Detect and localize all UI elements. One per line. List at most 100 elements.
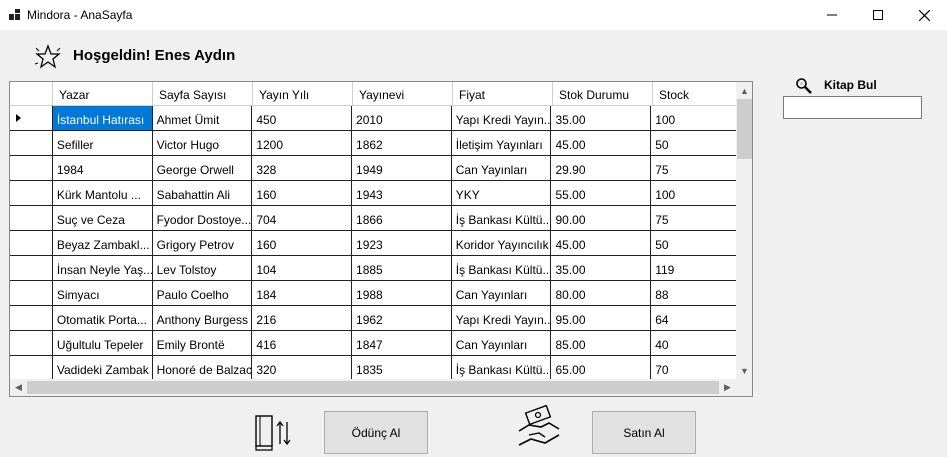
table-cell[interactable]: Yapı Kredi Yayın...	[451, 106, 552, 131]
table-cell[interactable]: 70	[651, 356, 736, 381]
table-cell[interactable]: 1200	[252, 131, 353, 156]
close-button[interactable]	[901, 0, 947, 30]
table-cell[interactable]: 1984	[52, 156, 153, 181]
table-cell[interactable]: 1949	[352, 156, 452, 181]
table-cell[interactable]: Beyaz Zambakl...	[52, 231, 153, 256]
table-row[interactable]: İstanbul Hatırası Ahmet Ümit 450 2010 Yapı K…	[10, 106, 736, 131]
scroll-right-icon[interactable]: ▶	[719, 379, 736, 396]
table-cell[interactable]: 216	[252, 306, 353, 331]
table-cell[interactable]: İnsan Neyle Yaş...	[52, 256, 153, 281]
books-grid[interactable]: Yazar Sayfa Sayısı Yayın Yılı Yayınevi F…	[9, 81, 753, 397]
table-cell[interactable]: 35.00	[551, 256, 652, 281]
table-cell[interactable]: 80.00	[551, 281, 652, 306]
table-row[interactable]: 1984 George Orwell 328 1949 Can Yayınları 29.…	[10, 156, 736, 181]
vertical-scrollbar[interactable]: ▲ ▼	[736, 82, 752, 379]
row-header[interactable]	[10, 256, 53, 281]
table-cell[interactable]: 35.00	[551, 106, 652, 131]
table-cell[interactable]: Sefiller	[52, 131, 153, 156]
table-cell[interactable]: 45.00	[551, 231, 652, 256]
table-row[interactable]: Beyaz Zambakl... Grigory Petrov 160 1923 Kor…	[10, 231, 736, 256]
table-cell[interactable]: 88	[651, 281, 736, 306]
table-cell[interactable]: Can Yayınları	[451, 281, 552, 306]
horizontal-scrollbar[interactable]: ◀ ▶	[10, 379, 736, 396]
row-header[interactable]	[10, 356, 53, 381]
table-cell[interactable]: YKY	[451, 181, 552, 206]
row-header[interactable]	[10, 331, 53, 356]
table-cell[interactable]: 85.00	[551, 331, 652, 356]
scroll-left-icon[interactable]: ◀	[10, 379, 27, 396]
scroll-up-icon[interactable]: ▲	[736, 82, 752, 99]
column-header[interactable]: Stock	[653, 82, 738, 106]
table-cell[interactable]: Sabahattin Ali	[152, 181, 253, 206]
table-cell[interactable]: 45.00	[551, 131, 652, 156]
table-cell[interactable]: 75	[651, 156, 736, 181]
table-cell[interactable]: 1943	[352, 181, 452, 206]
table-cell[interactable]: 40	[651, 331, 736, 356]
table-cell[interactable]: Ahmet Ümit	[152, 106, 253, 131]
table-row[interactable]: Suç ve Ceza Fyodor Dostoye... 704 1866 İş Ba…	[10, 206, 736, 231]
scroll-down-icon[interactable]: ▼	[736, 362, 752, 379]
table-row[interactable]: Simyacı Paulo Coelho 184 1988 Can Yayınları 8…	[10, 281, 736, 306]
table-cell[interactable]: 90.00	[551, 206, 652, 231]
table-cell[interactable]: Emily Brontë	[152, 331, 253, 356]
table-row[interactable]: Uğultulu Tepeler Emily Brontë 416 1847 Can Y…	[10, 331, 736, 356]
table-row[interactable]: İnsan Neyle Yaş... Lev Tolstoy 104 1885 İş B…	[10, 256, 736, 281]
table-cell[interactable]: 160	[252, 181, 353, 206]
row-header[interactable]	[10, 206, 53, 231]
table-cell[interactable]: Koridor Yayıncılık	[451, 231, 552, 256]
table-cell[interactable]: 2010	[352, 106, 452, 131]
table-cell[interactable]: 160	[252, 231, 353, 256]
table-cell[interactable]: İş Bankası Kültü...	[451, 256, 552, 281]
horizontal-scroll-thumb[interactable]	[27, 381, 719, 394]
table-cell[interactable]: 1862	[352, 131, 452, 156]
table-cell[interactable]: Victor Hugo	[152, 131, 253, 156]
table-cell[interactable]: 450	[252, 106, 353, 131]
table-cell[interactable]: 64	[651, 306, 736, 331]
column-header[interactable]: Stok Durumu	[553, 82, 653, 106]
table-cell[interactable]: Anthony Burgess	[152, 306, 253, 331]
table-cell[interactable]: Can Yayınları	[451, 156, 552, 181]
table-cell[interactable]: 104	[252, 256, 353, 281]
row-header[interactable]	[10, 156, 53, 181]
table-cell[interactable]: 320	[252, 356, 353, 381]
table-cell[interactable]: George Orwell	[152, 156, 253, 181]
table-cell[interactable]: 55.00	[551, 181, 652, 206]
row-header[interactable]	[10, 106, 53, 131]
table-cell[interactable]: 1962	[352, 306, 452, 331]
table-row[interactable]: Otomatik Porta... Anthony Burgess 216 1962 Y…	[10, 306, 736, 331]
table-cell[interactable]: Lev Tolstoy	[152, 256, 253, 281]
row-header[interactable]	[10, 281, 53, 306]
table-cell[interactable]: Grigory Petrov	[152, 231, 253, 256]
column-header[interactable]: Sayfa Sayısı	[153, 82, 253, 106]
table-cell[interactable]: Paulo Coelho	[152, 281, 253, 306]
table-cell[interactable]: 50	[651, 131, 736, 156]
table-cell[interactable]: 100	[651, 106, 736, 131]
table-cell[interactable]: 75	[651, 206, 736, 231]
column-header[interactable]: Yayınevi	[353, 82, 453, 106]
borrow-button[interactable]: Ödünç Al	[324, 411, 428, 454]
buy-button[interactable]: Satın Al	[592, 411, 696, 454]
table-row[interactable]: Sefiller Victor Hugo 1200 1862 İletişim Yayı…	[10, 131, 736, 156]
table-cell[interactable]: 184	[252, 281, 353, 306]
table-cell[interactable]: 1835	[352, 356, 452, 381]
vertical-scroll-thumb[interactable]	[737, 99, 752, 159]
row-header[interactable]	[10, 306, 53, 331]
maximize-button[interactable]	[855, 0, 901, 30]
table-cell[interactable]: Vadideki Zambak	[52, 356, 153, 381]
table-cell[interactable]: 1923	[352, 231, 452, 256]
table-cell[interactable]: 100	[651, 181, 736, 206]
row-header[interactable]	[10, 181, 53, 206]
minimize-button[interactable]	[809, 0, 855, 30]
search-input[interactable]	[783, 96, 922, 119]
table-cell[interactable]: Simyacı	[52, 281, 153, 306]
column-header[interactable]: Fiyat	[453, 82, 553, 106]
column-header[interactable]: Yayın Yılı	[253, 82, 353, 106]
table-cell[interactable]: 1988	[352, 281, 452, 306]
table-cell[interactable]: Kürk Mantolu ...	[52, 181, 153, 206]
table-cell[interactable]: Can Yayınları	[451, 331, 552, 356]
table-cell[interactable]: İş Bankası Kültü...	[451, 356, 552, 381]
table-cell[interactable]: Otomatik Porta...	[52, 306, 153, 331]
table-cell[interactable]: 704	[252, 206, 353, 231]
table-cell[interactable]: Uğultulu Tepeler	[52, 331, 153, 356]
table-cell[interactable]: Suç ve Ceza	[52, 206, 153, 231]
